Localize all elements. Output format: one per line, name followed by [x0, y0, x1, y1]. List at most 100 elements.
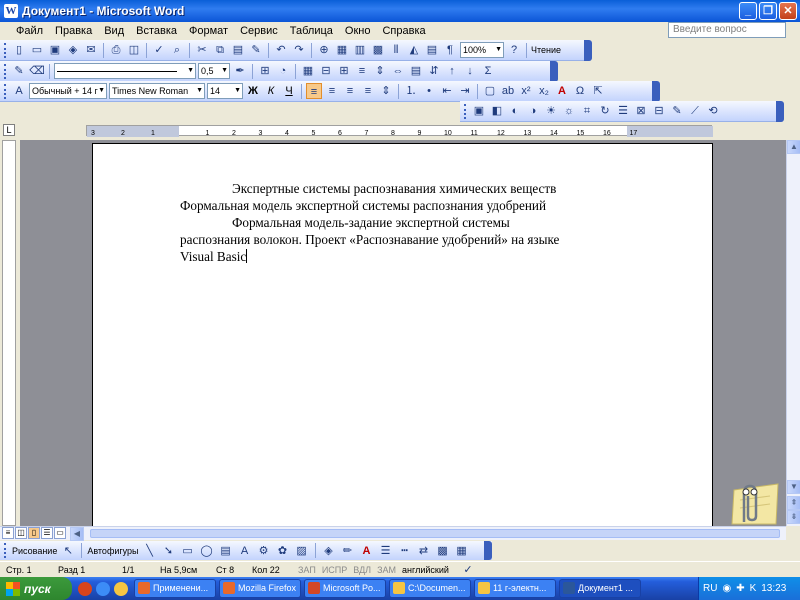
highlight-icon[interactable]: ab [500, 83, 516, 99]
vertical-scrollbar[interactable]: ▲ ▼ ⇞ ⇟ [786, 140, 800, 526]
previous-page-icon[interactable]: ⇞ [787, 496, 800, 510]
redo-icon[interactable]: ↷ [291, 42, 307, 58]
save-icon[interactable]: ▣ [47, 42, 63, 58]
grow-font-icon[interactable]: ⇱ [590, 83, 606, 99]
task-button[interactable]: Mozilla Firefox [219, 579, 301, 598]
menu-window[interactable]: Окно [339, 25, 377, 37]
cut-icon[interactable]: ✂ [194, 42, 210, 58]
draw-menu-button[interactable]: Рисование [12, 546, 57, 556]
styles-formatting-icon[interactable]: A [11, 83, 27, 99]
permission-icon[interactable]: ◈ [65, 42, 81, 58]
status-rec[interactable]: ЗАП [292, 565, 316, 575]
paste-icon[interactable]: ▤ [230, 42, 246, 58]
tables-borders-icon[interactable]: ▦ [334, 42, 350, 58]
document-map-icon[interactable]: ▤ [424, 42, 440, 58]
tab-selector-button[interactable]: L [3, 124, 15, 136]
justify-icon[interactable]: ≡ [360, 83, 376, 99]
spelling-icon[interactable]: ✓ [151, 42, 167, 58]
spelling-status-icon[interactable]: ✓ [460, 562, 476, 578]
task-button[interactable]: 11 г-электн... [474, 579, 556, 598]
numbering-icon[interactable]: ⒈ [403, 83, 419, 99]
decrease-indent-icon[interactable]: ⇤ [439, 83, 455, 99]
bullets-icon[interactable]: • [421, 83, 437, 99]
paragraph[interactable]: Экспертные системы распознавания химичес… [180, 180, 580, 214]
compress-icon[interactable]: ⊠ [633, 103, 649, 119]
line-style-icon[interactable]: ☰ [378, 543, 394, 559]
antivirus-icon[interactable]: ✚ [736, 583, 744, 594]
toolbar-grip[interactable] [4, 543, 7, 558]
opera-icon[interactable] [78, 581, 92, 596]
text-box-icon[interactable]: ▤ [218, 543, 234, 559]
3d-icon[interactable]: ▦ [454, 543, 470, 559]
crop-icon[interactable]: ⌗ [579, 103, 595, 119]
status-ovr[interactable]: ЗАМ [371, 565, 396, 575]
font-select[interactable]: Times New Roman ▼ [109, 83, 205, 99]
subscript-icon[interactable]: x₂ [536, 83, 552, 99]
text-wrapping-icon[interactable]: ⊟ [651, 103, 667, 119]
print-icon[interactable]: ⎙ [108, 42, 124, 58]
picture-icon[interactable]: ▨ [294, 543, 310, 559]
align-left-icon[interactable]: ≡ [306, 83, 322, 99]
vertical-ruler[interactable] [2, 140, 16, 526]
eraser-icon[interactable]: ⌫ [29, 63, 45, 79]
toolbar-grip[interactable] [4, 42, 7, 58]
outside-border-icon[interactable]: ▢ [482, 83, 498, 99]
ie-icon[interactable] [96, 581, 110, 596]
diagram-icon[interactable]: ⚙ [256, 543, 272, 559]
menu-format[interactable]: Формат [183, 25, 234, 37]
toolbar-grip[interactable] [464, 103, 467, 119]
explorer-icon[interactable] [114, 581, 128, 596]
borders-icon[interactable]: ⊞ [257, 63, 273, 79]
print-preview-icon[interactable]: ◫ [126, 42, 142, 58]
shadow-icon[interactable]: ▩ [435, 543, 451, 559]
menu-insert[interactable]: Вставка [130, 25, 183, 37]
language-indicator[interactable]: RU [703, 583, 717, 594]
task-button-active[interactable]: Документ1 ... [559, 579, 641, 598]
toolbar-grip[interactable] [4, 63, 7, 79]
email-icon[interactable]: ✉ [83, 42, 99, 58]
line-style-icon[interactable]: ☰ [615, 103, 631, 119]
font-color-icon[interactable]: A [554, 83, 570, 99]
columns-icon[interactable]: ⫴ [388, 42, 404, 58]
minimize-button[interactable]: _ [739, 2, 757, 20]
new-document-icon[interactable]: ▯ [11, 42, 27, 58]
status-trk[interactable]: ИСПР [316, 565, 347, 575]
document-body[interactable]: Экспертные системы распознавания химичес… [180, 180, 580, 265]
merge-cells-icon[interactable]: ⊟ [318, 63, 334, 79]
oval-icon[interactable]: ◯ [199, 543, 215, 559]
more-contrast-icon[interactable]: ◐ [507, 103, 523, 119]
insert-table-icon[interactable]: ▦ [300, 63, 316, 79]
insert-table-icon[interactable]: ▥ [352, 42, 368, 58]
less-brightness-icon[interactable]: ☼ [561, 103, 577, 119]
text-direction-icon[interactable]: ⇵ [426, 63, 442, 79]
autoformat-icon[interactable]: ▤ [408, 63, 424, 79]
set-transparent-icon[interactable]: ⟋ [687, 103, 703, 119]
scroll-thumb[interactable] [90, 529, 780, 538]
style-select[interactable]: Обычный + 14 г ▼ [29, 83, 107, 99]
line-weight-select[interactable]: 0,5 ▼ [198, 63, 230, 79]
menu-view[interactable]: Вид [98, 25, 130, 37]
print-view-icon[interactable]: ▯ [28, 527, 40, 539]
border-color-icon[interactable]: ✒ [232, 63, 248, 79]
bold-button[interactable]: Ж [245, 83, 261, 99]
task-button[interactable]: Применени... [134, 579, 216, 598]
kaspersky-icon[interactable]: K [750, 583, 757, 594]
horizontal-ruler[interactable]: 3 2 1 1 2 3 4 5 6 7 8 9 10 11 12 13 14 15 16 17 [86, 125, 713, 137]
less-contrast-icon[interactable]: ◑ [525, 103, 541, 119]
distribute-columns-icon[interactable]: ⇔ [390, 63, 406, 79]
arrow-style-icon[interactable]: ⇄ [416, 543, 432, 559]
rectangle-icon[interactable]: ▭ [180, 543, 196, 559]
toolbar-grip[interactable] [4, 83, 7, 99]
line-icon[interactable]: ╲ [142, 543, 158, 559]
horizontal-scrollbar[interactable]: ≡ ◫ ▯ ☰ ▭ ◀ [0, 526, 786, 541]
network-icon[interactable]: ◉ [722, 583, 731, 594]
scroll-down-icon[interactable]: ▼ [787, 480, 800, 494]
menu-table[interactable]: Таблица [284, 25, 339, 37]
fill-color-icon[interactable]: ◈ [321, 543, 337, 559]
wordart-icon[interactable]: A [237, 543, 253, 559]
symbol-icon[interactable]: Ω [572, 83, 588, 99]
split-cells-icon[interactable]: ⊞ [336, 63, 352, 79]
close-button[interactable]: ✕ [779, 2, 797, 20]
next-page-icon[interactable]: ⇟ [787, 510, 800, 524]
autoshapes-menu-button[interactable]: Автофигуры [87, 546, 138, 556]
